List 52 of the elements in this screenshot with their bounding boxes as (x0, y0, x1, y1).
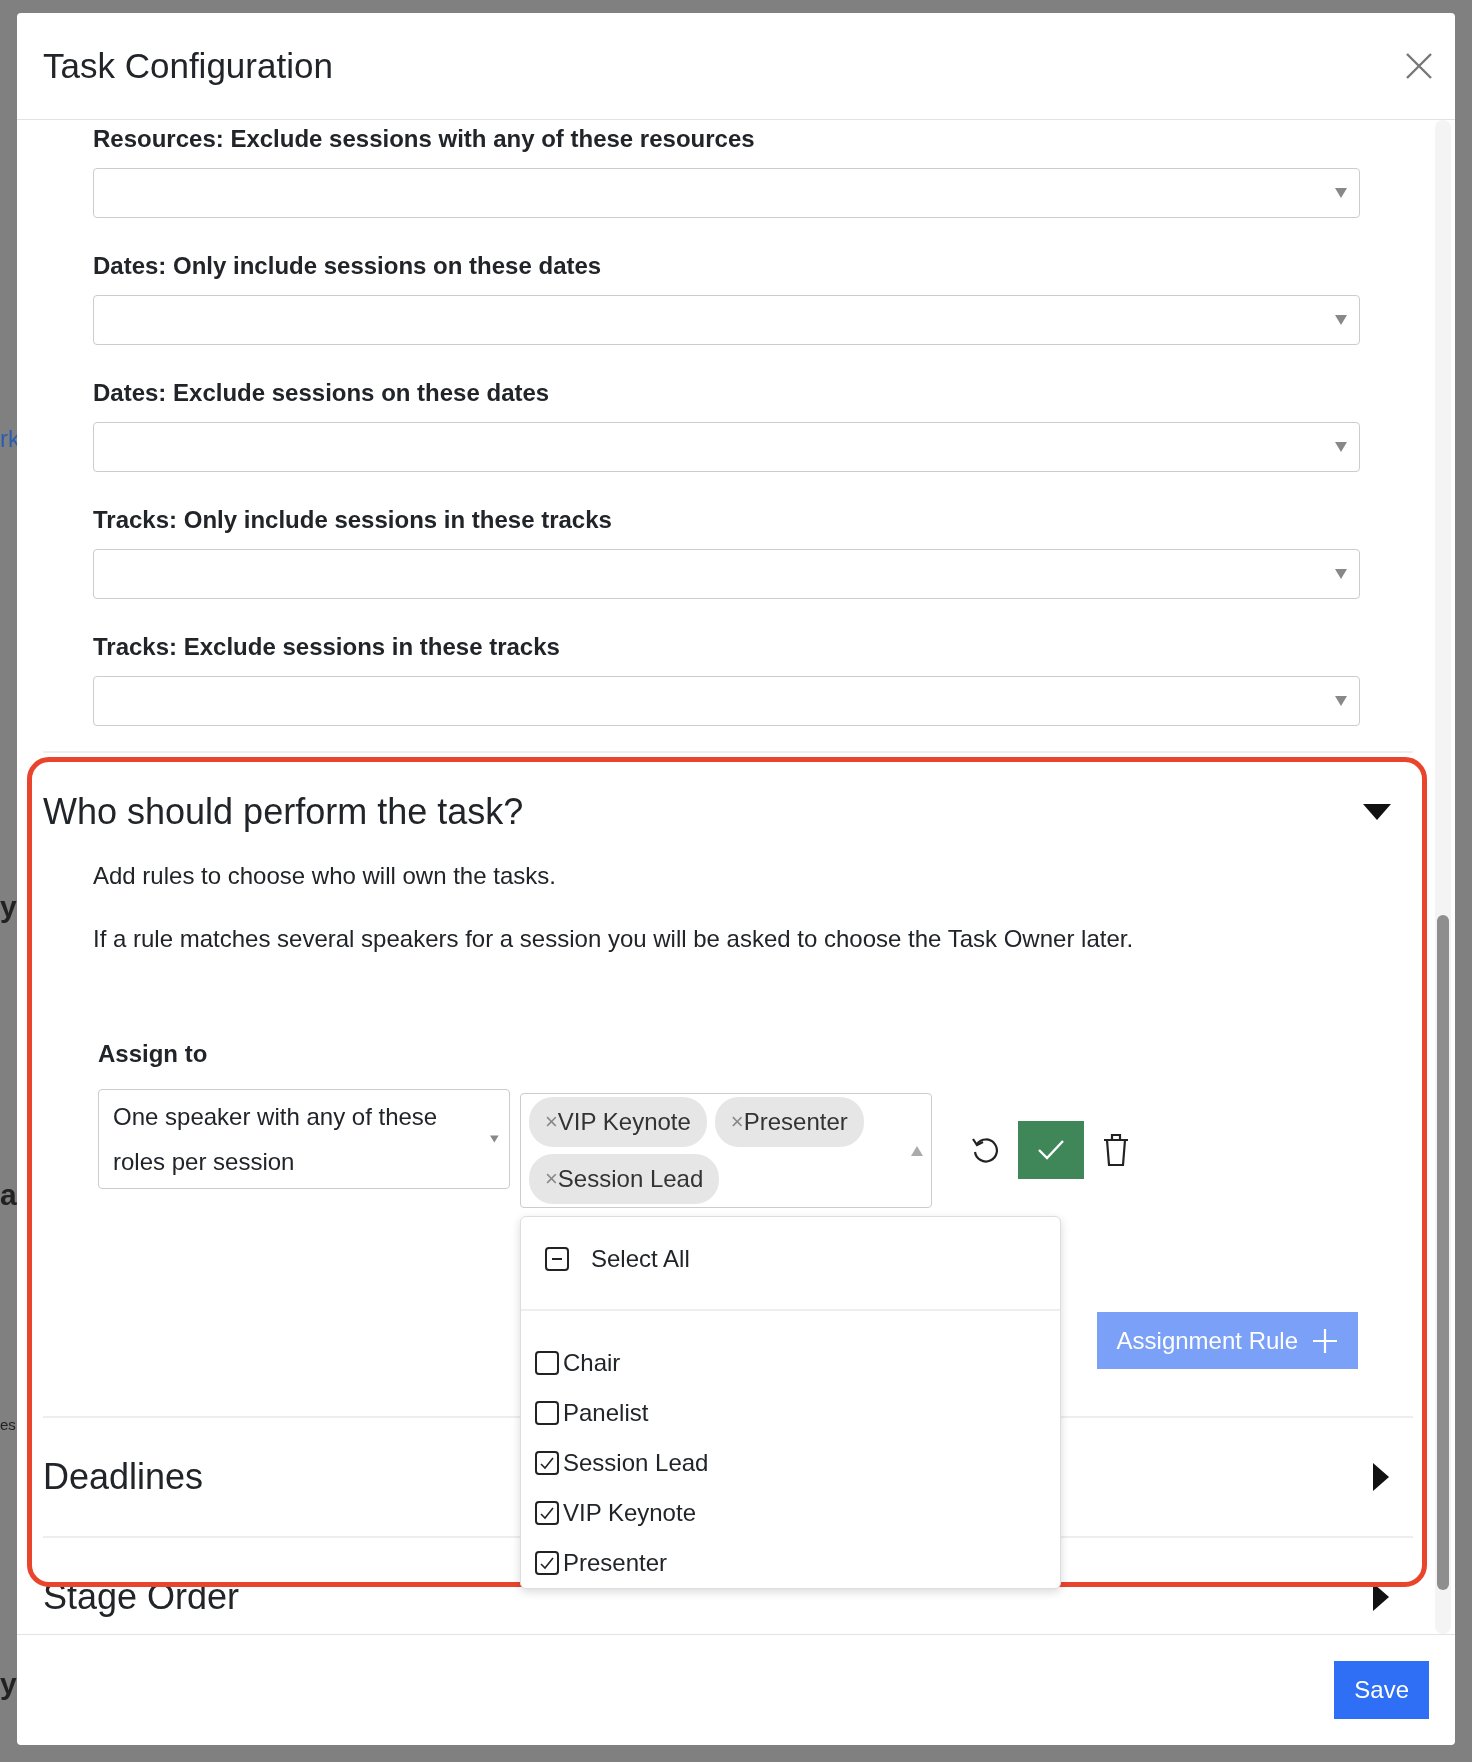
field-label: Resources: Exclude sessions with any of these resources (93, 124, 756, 154)
option-label[interactable]: Presenter (563, 1549, 668, 1577)
role-tag[interactable]: ×Session Lead (529, 1154, 720, 1204)
caret-icon (1335, 188, 1347, 198)
dropdown-field[interactable] (93, 422, 1360, 472)
dropdown-field[interactable]: One speaker with any of these roles per session (98, 1089, 510, 1189)
caret-icon (490, 1134, 499, 1144)
description-text: Add rules to choose who will own the tasks. (93, 861, 557, 891)
caret-icon (1335, 315, 1347, 325)
background-text: y (0, 1667, 17, 1701)
field-label: Tracks: Exclude sessions in these tracks (93, 632, 561, 662)
trash-icon[interactable] (1102, 1133, 1130, 1167)
check-icon (1036, 1138, 1066, 1162)
select-all-label[interactable]: Select All (591, 1245, 690, 1273)
field-label: Tracks: Only include sessions in these tracks (93, 505, 613, 535)
checkbox[interactable] (535, 1501, 559, 1525)
caret-icon (1335, 442, 1347, 452)
undo-icon[interactable] (970, 1135, 1000, 1165)
save-button[interactable]: Save (1334, 1661, 1429, 1719)
checkbox[interactable] (535, 1351, 559, 1375)
plus-icon (1312, 1327, 1338, 1354)
multi-select-field[interactable]: ×VIP Keynote ×Presenter ×Session Lead (520, 1093, 932, 1208)
select-all-checkbox[interactable] (545, 1247, 569, 1271)
role-tag[interactable]: ×VIP Keynote (529, 1097, 707, 1147)
section-title: Deadlines (43, 1455, 204, 1499)
checkbox[interactable] (535, 1551, 559, 1575)
field-label: Assign to (98, 1039, 209, 1069)
scrollbar-thumb[interactable] (1437, 915, 1449, 1590)
collapse-toggle-icon[interactable] (1363, 804, 1391, 820)
option-label[interactable]: Panelist (563, 1399, 649, 1427)
dropdown-field[interactable] (93, 549, 1360, 599)
background-text: a (0, 1178, 17, 1212)
field-label: Dates: Exclude sessions on these dates (93, 378, 551, 408)
dropdown-field[interactable] (93, 676, 1360, 726)
caret-icon (1335, 569, 1347, 579)
option-label[interactable]: Chair (563, 1349, 621, 1377)
background-text: y (0, 890, 17, 924)
collapse-toggle-icon[interactable] (1373, 1463, 1389, 1491)
checkbox[interactable] (535, 1451, 559, 1475)
checkbox[interactable] (535, 1401, 559, 1425)
dropdown-field[interactable] (93, 168, 1360, 218)
dialog-title: Task Configuration (43, 46, 333, 86)
description-text: If a rule matches several speakers for a session you will be asked to choose the Task Owner later. (93, 924, 1135, 954)
role-tag[interactable]: ×Presenter (714, 1097, 864, 1147)
caret-icon (1335, 696, 1347, 706)
option-label[interactable]: VIP Keynote (563, 1499, 696, 1527)
dropdown-field[interactable] (93, 295, 1360, 345)
close-icon[interactable] (1405, 52, 1433, 80)
option-label[interactable]: Session Lead (563, 1449, 709, 1477)
background-text: es (0, 1416, 16, 1433)
section-title: Who should perform the task? (43, 790, 524, 834)
field-label: Dates: Only include sessions on these dates (93, 251, 603, 281)
